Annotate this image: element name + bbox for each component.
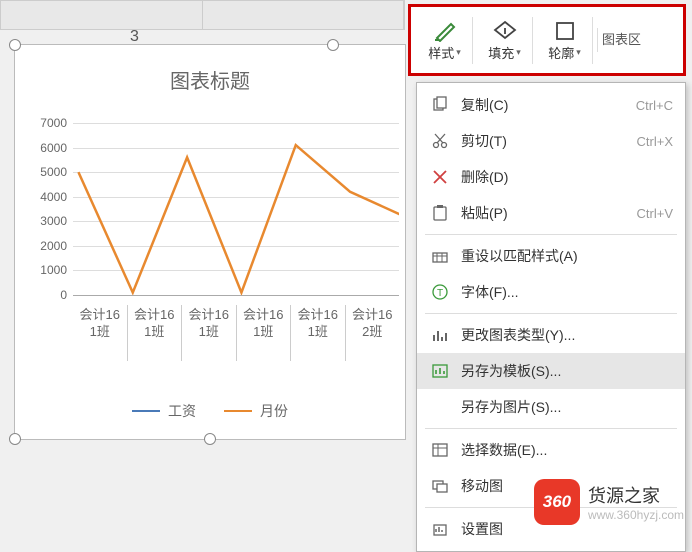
x-axis-labels: 会计16 1班会计16 1班会计16 1班会计16 1班会计16 1班会计16 … — [73, 305, 399, 361]
outline-button[interactable]: 轮廓▾ — [537, 17, 593, 64]
menu-separator — [425, 313, 677, 314]
x-tick-label: 会计16 1班 — [290, 305, 345, 361]
legend-label: 月份 — [260, 401, 288, 421]
menu-item-shortcut: Ctrl+X — [637, 134, 673, 149]
menu-item-save-template[interactable]: 另存为模板(S)... — [417, 353, 685, 389]
menu-item-label: 另存为模板(S)... — [461, 361, 673, 381]
chart-legend[interactable]: 工资 月份 — [15, 401, 405, 421]
chevron-down-icon: ▾ — [576, 47, 581, 58]
embedded-chart[interactable]: 图表标题 0 1000 2000 3000 4000 5000 6000 7000 会计16 … — [14, 44, 406, 440]
x-tick-label: 会计16 1班 — [236, 305, 291, 361]
watermark-sub: www.360hyzj.com — [588, 508, 684, 522]
menu-item-shortcut: Ctrl+C — [636, 98, 673, 113]
svg-text:T: T — [437, 288, 443, 299]
chevron-down-icon: ▾ — [456, 47, 461, 58]
plot-area[interactable]: 01000200030004000500060007000 会计16 1班会计1… — [31, 123, 401, 323]
legend-label: 工资 — [168, 401, 196, 421]
watermark-title: 货源之家 — [588, 482, 684, 508]
menu-item-label: 字体(F)... — [461, 282, 673, 302]
fill-button[interactable]: 填充▾ — [477, 17, 533, 64]
paste-icon — [427, 202, 453, 224]
menu-item-label: 复制(C) — [461, 95, 636, 115]
column-header-cell — [203, 1, 405, 29]
menu-item-cut[interactable]: 剪切(T)Ctrl+X — [417, 123, 685, 159]
chevron-down-icon: ▾ — [516, 47, 521, 58]
y-tick-label: 6000 — [40, 141, 67, 155]
legend-item-month[interactable]: 月份 — [224, 401, 288, 421]
menu-item-shortcut: Ctrl+V — [637, 206, 673, 221]
y-tick-label: 5000 — [40, 165, 67, 179]
y-axis: 01000200030004000500060007000 — [31, 123, 69, 295]
selection-handle[interactable] — [327, 39, 339, 51]
menu-item-save-image[interactable]: 另存为图片(S)... — [417, 389, 685, 425]
menu-item-label: 选择数据(E)... — [461, 440, 673, 460]
format-mini-toolbar: 样式▾ 填充▾ 轮廓▾ 图表区 — [408, 4, 686, 76]
y-tick-label: 0 — [60, 288, 67, 302]
menu-separator — [425, 428, 677, 429]
y-tick-label: 3000 — [40, 214, 67, 228]
watermark-text: 货源之家 www.360hyzj.com — [588, 482, 684, 522]
y-tick-label: 1000 — [40, 263, 67, 277]
move-chart-icon — [427, 475, 453, 497]
menu-item-reset[interactable]: 重设以匹配样式(A) — [417, 238, 685, 274]
reset-icon — [427, 245, 453, 267]
selection-handle[interactable] — [9, 433, 21, 445]
watermark-badge: 360 — [534, 479, 580, 525]
x-tick-label: 会计16 2班 — [345, 305, 400, 361]
menu-item-select-data[interactable]: 选择数据(E)... — [417, 432, 685, 468]
selection-handle[interactable] — [9, 39, 21, 51]
legend-swatch — [132, 410, 160, 412]
menu-item-paste[interactable]: 粘贴(P)Ctrl+V — [417, 195, 685, 231]
save-image-icon — [427, 396, 453, 418]
menu-item-label: 粘贴(P) — [461, 203, 637, 223]
column-header-cell — [1, 1, 203, 29]
column-header-row — [0, 0, 405, 30]
delete-icon — [427, 166, 453, 188]
y-tick-label: 7000 — [40, 116, 67, 130]
font-icon: T — [427, 281, 453, 303]
menu-item-label: 另存为图片(S)... — [461, 397, 673, 417]
watermark: 360 货源之家 www.360hyzj.com — [534, 479, 684, 525]
menu-item-change-chart[interactable]: 更改图表类型(Y)... — [417, 317, 685, 353]
menu-item-label: 剪切(T) — [461, 131, 637, 151]
line-series[interactable] — [73, 123, 399, 295]
x-axis-line — [73, 295, 399, 296]
fill-label: 填充 — [488, 43, 514, 62]
menu-separator — [425, 234, 677, 235]
x-tick-label: 会计16 1班 — [127, 305, 182, 361]
menu-item-label: 更改图表类型(Y)... — [461, 325, 673, 345]
x-tick-label: 会计16 1班 — [73, 305, 127, 361]
legend-item-salary[interactable]: 工资 — [132, 401, 196, 421]
style-label: 样式 — [428, 43, 454, 62]
y-tick-label: 4000 — [40, 190, 67, 204]
selection-handle[interactable] — [204, 433, 216, 445]
menu-item-label: 删除(D) — [461, 167, 673, 187]
menu-item-copy[interactable]: 复制(C)Ctrl+C — [417, 87, 685, 123]
y-tick-label: 2000 — [40, 239, 67, 253]
menu-item-delete[interactable]: 删除(D) — [417, 159, 685, 195]
series-month-line[interactable] — [78, 145, 399, 292]
select-data-icon — [427, 439, 453, 461]
chart-title[interactable]: 图表标题 — [15, 65, 405, 94]
style-button[interactable]: 样式▾ — [417, 17, 473, 64]
outline-icon — [552, 19, 578, 43]
chart-area-selector[interactable]: 图表区 — [597, 28, 641, 52]
copy-icon — [427, 94, 453, 116]
format-chart-icon — [427, 518, 453, 540]
outline-label: 轮廓 — [548, 43, 574, 62]
change-chart-icon — [427, 324, 453, 346]
save-template-icon — [427, 360, 453, 382]
menu-item-font[interactable]: T 字体(F)... — [417, 274, 685, 310]
fill-icon — [492, 19, 518, 43]
menu-item-label: 重设以匹配样式(A) — [461, 246, 673, 266]
style-icon — [432, 19, 458, 43]
legend-swatch — [224, 410, 252, 412]
cut-icon — [427, 130, 453, 152]
x-tick-label: 会计16 1班 — [181, 305, 236, 361]
